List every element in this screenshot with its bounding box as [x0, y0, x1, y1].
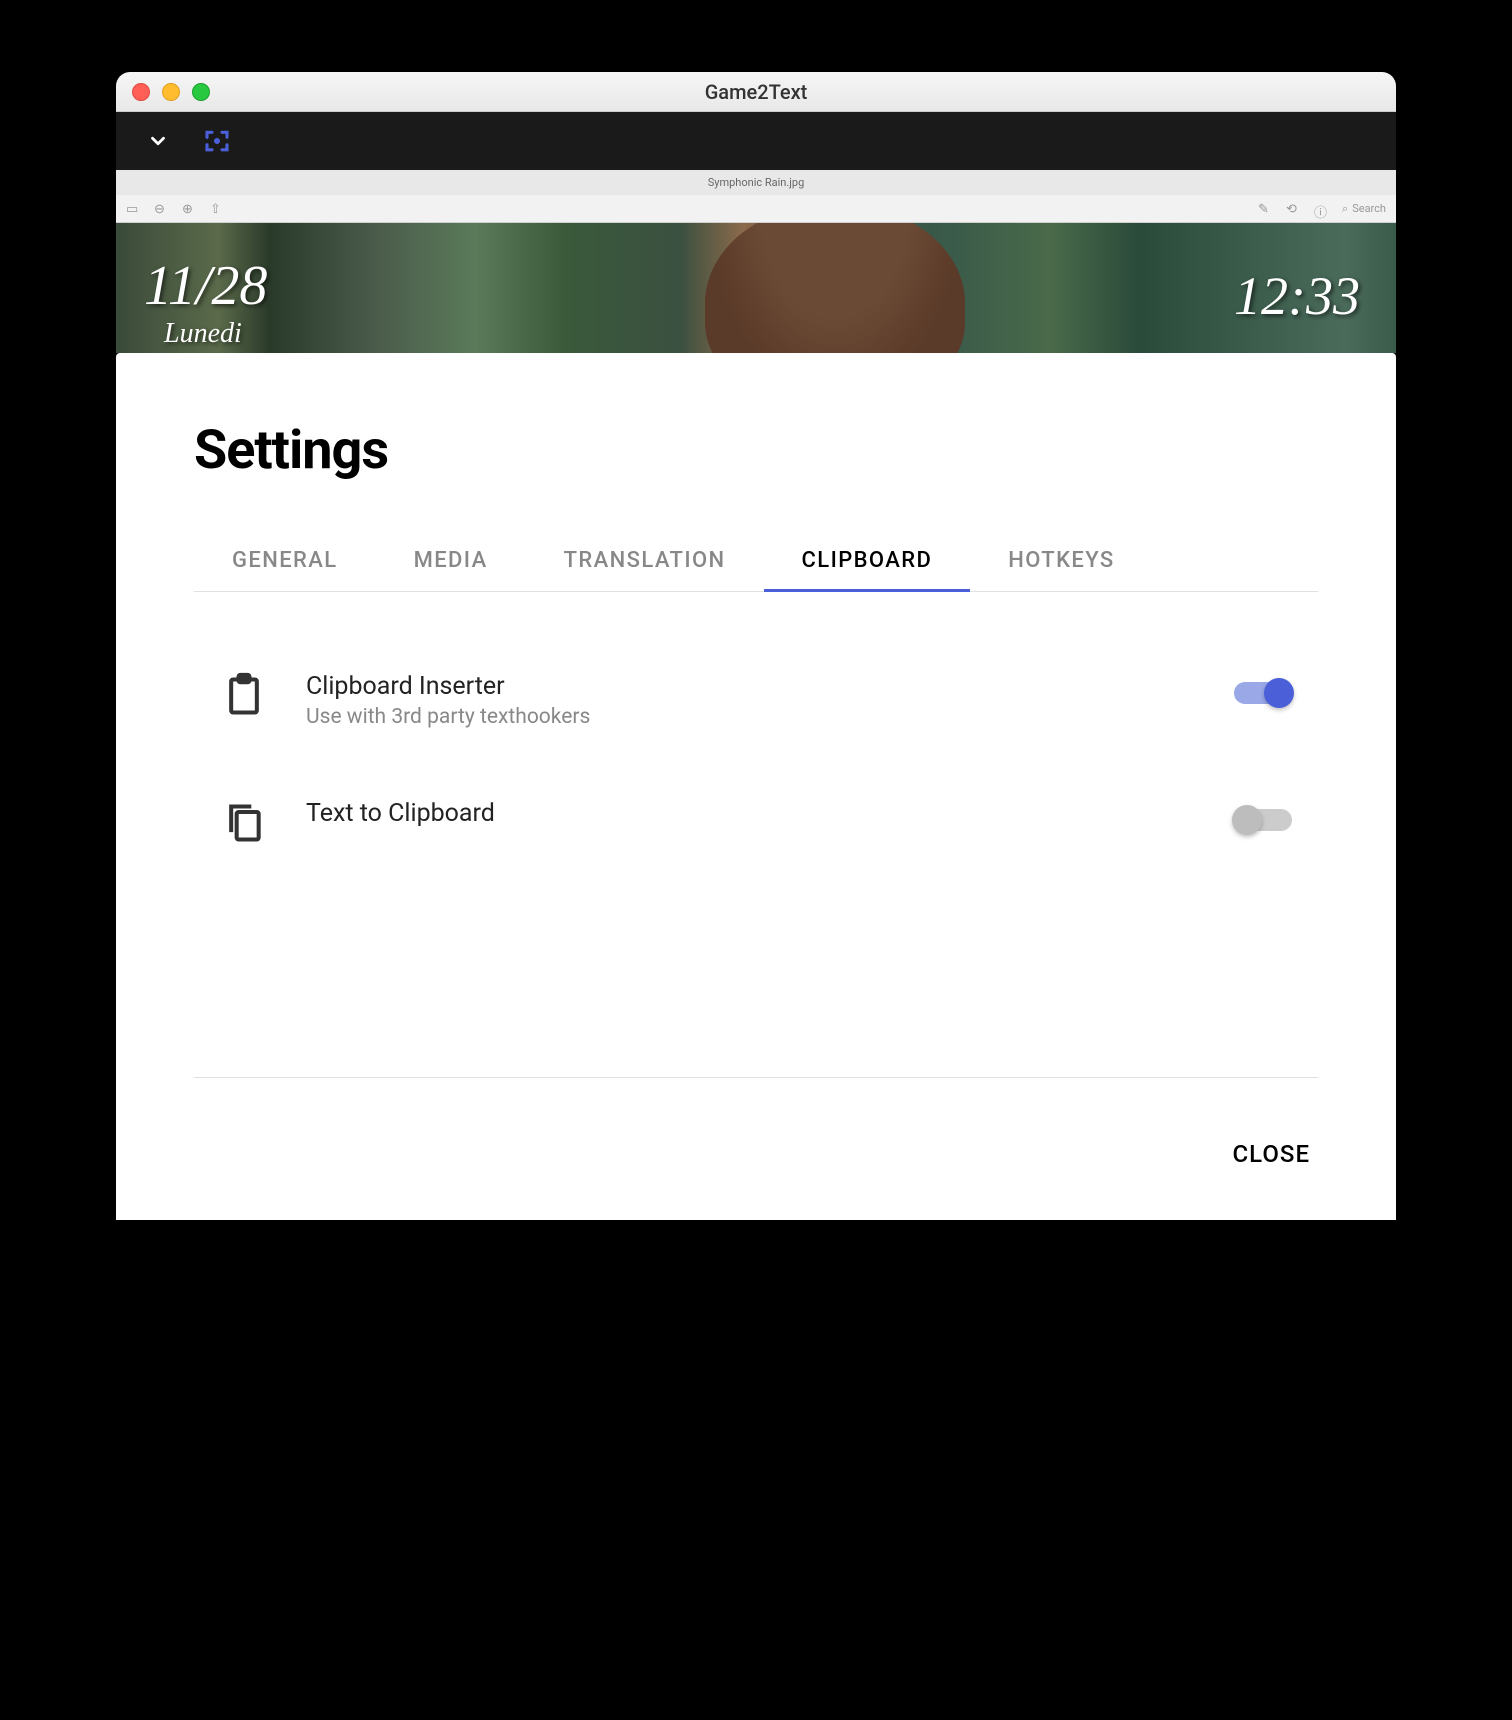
game-time-overlay: 12:33: [1234, 265, 1360, 327]
share-icon[interactable]: ⇧: [210, 202, 224, 216]
preview-titlebar: Symphonic Rain.jpg: [116, 170, 1396, 195]
clipboard-inserter-toggle[interactable]: [1234, 682, 1292, 704]
setting-label: Text to Clipboard: [306, 799, 1196, 828]
clipboard-icon: [220, 672, 268, 720]
tab-translation[interactable]: TRANSLATION: [526, 530, 764, 591]
tab-media[interactable]: MEDIA: [376, 530, 526, 591]
capture-button[interactable]: [200, 124, 234, 158]
setting-clipboard-inserter: Clipboard Inserter Use with 3rd party te…: [194, 652, 1318, 749]
tab-general[interactable]: GENERAL: [194, 530, 376, 591]
toggle-knob: [1264, 678, 1294, 708]
copy-icon: [220, 799, 268, 847]
window-title: Game2Text: [116, 80, 1396, 104]
edit-icon[interactable]: ✎: [1258, 202, 1272, 216]
search-placeholder: Search: [1352, 202, 1386, 215]
capture-region-icon: [202, 126, 232, 156]
modal-title: Settings: [194, 419, 1318, 482]
sidebar-icon[interactable]: ▭: [126, 202, 140, 216]
app-window: Game2Text Symphonic Rain.jpg ▭ ⊖ ⊕ ⇧: [116, 72, 1396, 1642]
titlebar: Game2Text: [116, 72, 1396, 112]
rotate-icon[interactable]: ⟲: [1286, 202, 1300, 216]
app-toolbar: [116, 112, 1396, 170]
preview-filename: Symphonic Rain.jpg: [708, 176, 805, 189]
black-area: [116, 1220, 1396, 1642]
text-to-clipboard-toggle[interactable]: [1234, 809, 1292, 831]
markup-icon[interactable]: ⓘ: [1314, 202, 1328, 216]
preview-search[interactable]: ⌕ Search: [1342, 202, 1386, 216]
setting-sublabel: Use with 3rd party texthookers: [306, 705, 1196, 729]
game-screenshot: 11/28 Lunedi 12:33: [116, 223, 1396, 353]
zoom-out-icon[interactable]: ⊖: [154, 202, 168, 216]
tab-clipboard[interactable]: CLIPBOARD: [764, 530, 971, 591]
chevron-down-icon: [147, 130, 169, 152]
dropdown-button[interactable]: [146, 129, 170, 153]
game-date-overlay: 11/28: [144, 261, 267, 311]
setting-label: Clipboard Inserter: [306, 672, 1196, 701]
settings-modal: Settings GENERAL MEDIA TRANSLATION CLIPB…: [116, 353, 1396, 1220]
settings-tabs: GENERAL MEDIA TRANSLATION CLIPBOARD HOTK…: [194, 530, 1318, 592]
setting-text-to-clipboard: Text to Clipboard: [194, 779, 1318, 867]
modal-footer: CLOSE: [194, 1077, 1318, 1180]
game-day-overlay: Lunedi: [164, 318, 242, 350]
close-button[interactable]: CLOSE: [1225, 1128, 1319, 1180]
tab-hotkeys[interactable]: HOTKEYS: [970, 530, 1152, 591]
settings-body: Clipboard Inserter Use with 3rd party te…: [194, 592, 1318, 1077]
toggle-knob: [1232, 805, 1262, 835]
zoom-in-icon[interactable]: ⊕: [182, 202, 196, 216]
search-icon: ⌕: [1342, 202, 1348, 216]
preview-toolbar: ▭ ⊖ ⊕ ⇧ ✎ ⟲ ⓘ ⌕ Search: [116, 195, 1396, 223]
